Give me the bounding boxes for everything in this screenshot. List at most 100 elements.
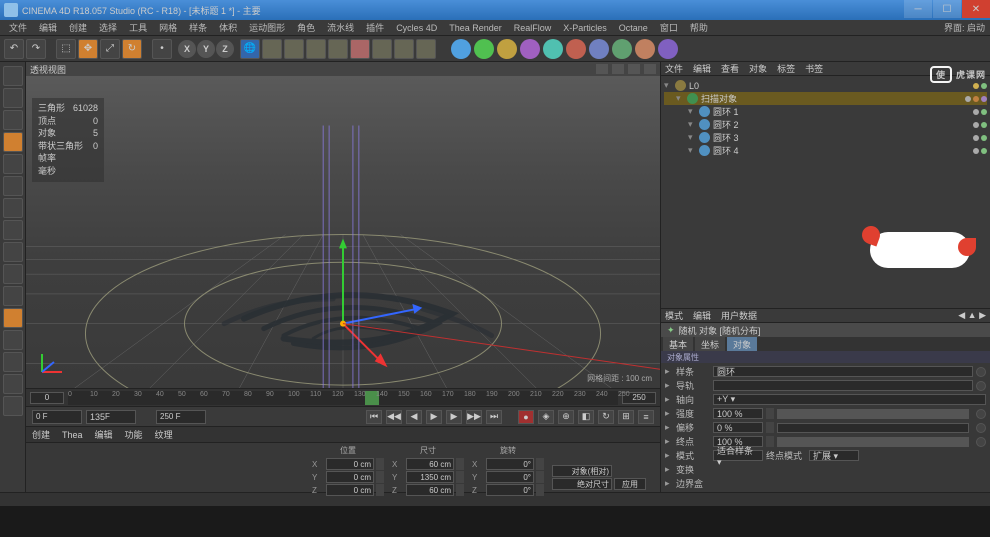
mode-tool-9[interactable] — [3, 264, 23, 284]
objmgr-menu-编辑[interactable]: 编辑 — [693, 62, 711, 75]
key-rot-button[interactable]: ↻ — [598, 410, 614, 424]
render-tool-7[interactable] — [416, 39, 436, 59]
key-param-button[interactable]: ⊞ — [618, 410, 634, 424]
menu-选择[interactable]: 选择 — [94, 21, 122, 34]
mode-tool-5[interactable] — [3, 176, 23, 196]
key-scale-button[interactable]: ◧ — [578, 410, 594, 424]
close-button[interactable]: ✕ — [962, 0, 990, 18]
objmgr-menu-文件[interactable]: 文件 — [665, 62, 683, 75]
rotate-tool[interactable]: ↻ — [122, 39, 142, 59]
minimize-button[interactable]: ─ — [904, 0, 932, 18]
menu-体积[interactable]: 体积 — [214, 21, 242, 34]
object-row[interactable]: ▾圆环 3 — [664, 131, 987, 144]
layout-selector[interactable]: 界面: 启动 — [939, 21, 990, 34]
prev-key-button[interactable]: ◀◀ — [386, 410, 402, 424]
render-tool-6[interactable] — [394, 39, 414, 59]
primitive-1[interactable] — [474, 39, 494, 59]
timeline-ruler[interactable]: 0102030405060708090100110120130140150160… — [68, 391, 618, 405]
object-row[interactable]: ▾圆环 4 — [664, 144, 987, 157]
axis-x[interactable]: X — [178, 40, 196, 58]
vp-nav-1[interactable] — [596, 64, 608, 74]
coord-mode-left[interactable]: 对象(相对) — [552, 465, 612, 477]
primitive-9[interactable] — [658, 39, 678, 59]
apply-button[interactable]: 应用 — [614, 478, 646, 490]
menu-角色[interactable]: 角色 — [292, 21, 320, 34]
mode-tool-3[interactable] — [3, 132, 23, 152]
mode-tool-4[interactable] — [3, 154, 23, 174]
mat-menu-Thea[interactable]: Thea — [62, 430, 83, 440]
menu-窗口[interactable]: 窗口 — [655, 21, 683, 34]
mat-menu-功能[interactable]: 功能 — [125, 428, 143, 441]
vp-nav-4[interactable] — [644, 64, 656, 74]
perspective-viewport[interactable]: 三角形61028顶点0对象5带状三角形0帧率毫秒 网格间距 : 100 cm — [26, 76, 660, 388]
objmgr-menu-对象[interactable]: 对象 — [749, 62, 767, 75]
axis-y[interactable]: Y — [197, 40, 215, 58]
primitive-5[interactable] — [566, 39, 586, 59]
mode-tool-1[interactable] — [3, 88, 23, 108]
menu-Thea Render[interactable]: Thea Render — [444, 23, 507, 33]
render-tool-1[interactable] — [284, 39, 304, 59]
attr-menu-编辑[interactable]: 编辑 — [693, 309, 711, 322]
objmgr-menu-书签[interactable]: 书签 — [805, 62, 823, 75]
next-frame-button[interactable]: ▶ — [446, 410, 462, 424]
key-pla-button[interactable]: ≡ — [638, 410, 654, 424]
vp-nav-2[interactable] — [612, 64, 624, 74]
menu-工具[interactable]: 工具 — [124, 21, 152, 34]
attr-menu-用户数据[interactable]: 用户数据 — [721, 309, 757, 322]
next-key-button[interactable]: ▶▶ — [466, 410, 482, 424]
objmgr-menu-标签[interactable]: 标签 — [777, 62, 795, 75]
current-frame-field[interactable]: 135 F — [86, 410, 136, 424]
render-tool-3[interactable] — [328, 39, 348, 59]
render-tool-0[interactable] — [262, 39, 282, 59]
object-tree[interactable]: ▾L0▾扫描对象▾圆环 1▾圆环 2▾圆环 3▾圆环 4 — [661, 76, 990, 308]
coord-mode-right[interactable]: 绝对尺寸 — [552, 478, 612, 490]
param-group-变换[interactable]: ▸变换 — [665, 463, 986, 476]
menu-编辑[interactable]: 编辑 — [34, 21, 62, 34]
record-button[interactable]: ● — [518, 410, 534, 424]
primitive-8[interactable] — [635, 39, 655, 59]
menu-创建[interactable]: 创建 — [64, 21, 92, 34]
objmgr-menu-查看[interactable]: 查看 — [721, 62, 739, 75]
object-row[interactable]: ▾扫描对象 — [664, 92, 987, 105]
menu-文件[interactable]: 文件 — [4, 21, 32, 34]
mat-menu-纹理[interactable]: 纹理 — [155, 428, 173, 441]
mode-tool-14[interactable] — [3, 374, 23, 394]
goto-start-button[interactable]: ⏮ — [366, 410, 382, 424]
menu-网格[interactable]: 网格 — [154, 21, 182, 34]
attr-menu-模式[interactable]: 模式 — [665, 309, 683, 322]
coord-system[interactable]: 🌐 — [240, 39, 260, 59]
menu-X-Particles[interactable]: X-Particles — [558, 23, 612, 33]
move-tool[interactable]: ✥ — [78, 39, 98, 59]
maximize-button[interactable]: ☐ — [933, 0, 961, 18]
menu-流水线[interactable]: 流水线 — [322, 21, 359, 34]
menu-样条[interactable]: 样条 — [184, 21, 212, 34]
mode-tool-2[interactable] — [3, 110, 23, 130]
mode-tool-10[interactable] — [3, 286, 23, 306]
end-frame-field[interactable]: 250 F — [156, 410, 206, 424]
mode-tool-12[interactable] — [3, 330, 23, 350]
start-frame-field[interactable]: 0 F — [32, 410, 82, 424]
select-tool[interactable]: ⬚ — [56, 39, 76, 59]
attr-nav[interactable]: ◀ ▲ ▶ — [958, 310, 986, 321]
scale-tool[interactable]: ⤢ — [100, 39, 120, 59]
attr-tab-基本[interactable]: 基本 — [663, 337, 693, 352]
mode-tool-8[interactable] — [3, 242, 23, 262]
mode-tool-6[interactable] — [3, 198, 23, 218]
undo-button[interactable]: ↶ — [4, 39, 24, 59]
axis-z[interactable]: Z — [216, 40, 234, 58]
render-tool-4[interactable] — [350, 39, 370, 59]
menu-运动图形[interactable]: 运动图形 — [244, 21, 290, 34]
menu-帮助[interactable]: 帮助 — [685, 21, 713, 34]
menu-插件[interactable]: 插件 — [361, 21, 389, 34]
timeline[interactable]: 0 01020304050607080901001101201301401501… — [26, 388, 660, 406]
menu-Octane[interactable]: Octane — [614, 23, 653, 33]
prev-frame-button[interactable]: ◀ — [406, 410, 422, 424]
mode-tool-0[interactable] — [3, 66, 23, 86]
param-group-边界盒[interactable]: ▸边界盒 — [665, 477, 986, 490]
play-button[interactable]: ▶ — [426, 410, 442, 424]
primitive-0[interactable] — [451, 39, 471, 59]
primitive-3[interactable] — [520, 39, 540, 59]
mat-menu-编辑[interactable]: 编辑 — [95, 428, 113, 441]
goto-end-button[interactable]: ⏭ — [486, 410, 502, 424]
attr-tab-对象[interactable]: 对象 — [727, 337, 757, 352]
